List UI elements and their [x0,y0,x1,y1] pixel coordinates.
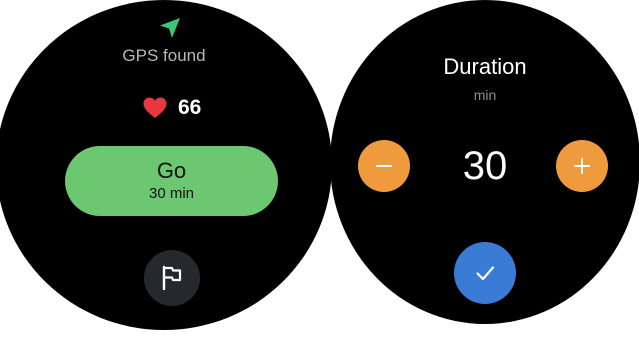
duration-title: Duration [443,54,527,79]
check-icon [476,266,495,281]
flag-button[interactable] [144,250,200,306]
flag-icon [162,265,182,291]
screen: GPS found 66 Go 30 min Duration min 30 [0,0,639,346]
confirm-duration-button[interactable] [454,242,516,304]
duration-picker-watch-face: Duration min 30 [330,0,639,324]
workout-start-watch-face: GPS found 66 Go 30 min [0,0,332,330]
go-button-duration: 30 min [148,185,195,202]
heart-rate-value: 66 [178,96,202,119]
plus-icon [574,158,590,174]
go-button-label: Go [156,158,187,183]
gps-status-text: GPS found [122,46,206,65]
gps-navigation-icon [160,18,180,38]
duration-unit: min [473,87,497,103]
go-button[interactable]: Go 30 min [65,146,278,216]
heart-icon [143,97,167,118]
increase-duration-button[interactable] [556,140,608,192]
heart-rate-readout: 66 [142,96,201,120]
